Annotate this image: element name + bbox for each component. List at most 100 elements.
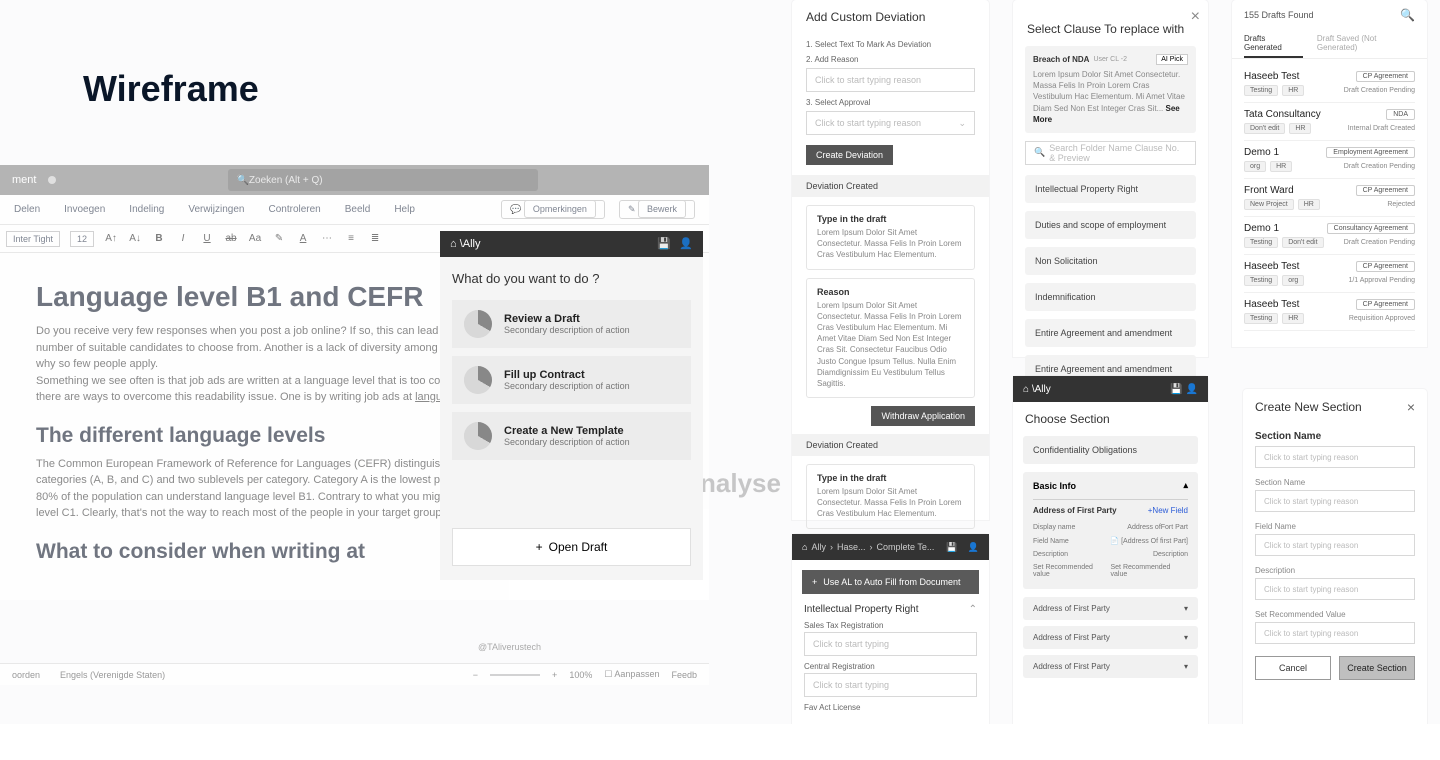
new-field-link[interactable]: +New Field [1148,506,1188,515]
save-icon[interactable]: 💾 [657,237,671,251]
reason-input[interactable]: Click to start typing reason [806,68,975,92]
collapse-icon[interactable]: ▴ [1183,480,1188,491]
increase-font-icon[interactable]: A↑ [104,233,118,244]
menu-beeld[interactable]: Beeld [345,204,371,215]
draft-item[interactable]: Haseeb TestCP AgreementTestingHRRequisit… [1244,293,1415,331]
choose-section-panel: ⌂ \Ally 💾 👤 Choose Section Confidentiali… [1013,376,1208,724]
page-title: Wireframe [83,68,259,110]
fontsize-select[interactable]: 12 [70,231,94,247]
close-icon[interactable]: × [1191,8,1200,26]
draft-item[interactable]: Haseeb TestCP AgreementTestingHRDraft Cr… [1244,65,1415,103]
pie-icon [464,422,492,450]
zoom-minus-icon[interactable]: − [473,670,478,680]
select-clause-panel: × Select Clause To replace with Breach o… [1013,0,1208,357]
more-icon[interactable]: ⋯ [320,233,334,244]
draft-item[interactable]: Demo 1Employment AgreementorgHRDraft Cre… [1244,141,1415,179]
open-draft-button[interactable]: + Open Draft [452,528,691,566]
search-icon[interactable]: 🔍 [1400,8,1415,22]
ipr-heading[interactable]: Intellectual Property Right⌃ [804,604,977,615]
create-deviation-button[interactable]: Create Deviation [806,145,893,165]
clause-search-input[interactable]: 🔍Search Folder Name Clause No. & Preview [1025,141,1196,165]
menu-help[interactable]: Help [394,204,415,215]
home-icon[interactable]: ⌂ [450,238,457,250]
ally-brand: \Ally [460,238,481,250]
edit-button[interactable]: ✎ Bewerk [619,200,695,219]
chevron-down-icon: ⌄ [958,118,966,129]
highlight-icon[interactable]: ✎ [272,233,286,244]
numbers-icon[interactable]: ≣ [368,233,382,244]
field-name-input[interactable]: Click to start typing reason [1255,534,1415,556]
menu-controleren[interactable]: Controleren [268,204,320,215]
caps-icon[interactable]: Aa [248,233,262,244]
user-icon[interactable]: 👤 [679,237,693,251]
clause-row[interactable]: Duties and scope of employment [1025,211,1196,239]
bottom-strip [0,724,1440,760]
chevron-down-icon: ▾ [1184,633,1188,642]
strike-icon[interactable]: ab [224,233,238,244]
draft-item[interactable]: Front WardCP AgreementNew ProjectHRRejec… [1244,179,1415,217]
user-icon[interactable]: 👤 [1186,384,1198,395]
chevron-down-icon: ▾ [1184,662,1188,671]
ally-panel: ⌂ \Ally 💾 👤 What do you want to do ? Rev… [440,231,703,517]
bullets-icon[interactable]: ≡ [344,233,358,244]
fontcolor-icon[interactable]: A [296,233,310,244]
underline-icon[interactable]: U [200,233,214,244]
clause-row[interactable]: Intellectual Property Right [1025,175,1196,203]
deviation-title: Add Custom Deviation [792,0,989,34]
accordion-row[interactable]: Address of First Party▾ [1023,626,1198,649]
comments-button[interactable]: 💬 Opmerkingen [501,200,605,219]
cancel-button[interactable]: Cancel [1255,656,1331,680]
section-row[interactable]: Confidentiality Obligations [1023,436,1198,464]
description-input[interactable]: Click to start typing reason [1255,578,1415,600]
deviation-type-card: Type in the draftLorem Ipsum Dolor Sit A… [806,205,975,270]
withdraw-button[interactable]: Withdraw Application [871,406,975,426]
clause-row[interactable]: Indemnification [1025,283,1196,311]
action-fill-contract[interactable]: Fill up ContractSecondary description of… [452,356,691,404]
sales-tax-input[interactable]: Click to start typing [804,632,977,656]
recommended-input[interactable]: Click to start typing reason [1255,622,1415,644]
draft-item[interactable]: Demo 1Consultancy AgreementTestingDon't … [1244,217,1415,255]
create-section-button[interactable]: Create Section [1339,656,1415,680]
basic-info-block: Basic Info▴ Address of First Party+New F… [1023,472,1198,589]
clause-row[interactable]: Non Solicitation [1025,247,1196,275]
ally-question: What do you want to do ? [452,271,691,286]
save-icon[interactable]: 💾 [1170,384,1182,395]
menu-verwijzingen[interactable]: Verwijzingen [188,204,244,215]
drafts-tabs: Drafts Generated Draft Saved (Not Genera… [1232,30,1427,59]
approval-select[interactable]: Click to start typing reason⌄ [806,111,975,135]
ally-header: ⌂ \Ally 💾 👤 [1013,376,1208,402]
drafts-panel: 155 Drafts Found 🔍 Drafts Generated Draf… [1232,0,1427,347]
ipr-panel: ⌂ Ally› Hase...› Complete Te... 💾 👤 +Use… [792,534,989,724]
autofill-button[interactable]: +Use AL to Auto Fill from Document [802,570,979,594]
save-icon[interactable]: 💾 [946,542,957,553]
action-review-draft[interactable]: Review a DraftSecondary description of a… [452,300,691,348]
tab-saved[interactable]: Draft Saved (Not Generated) [1317,30,1415,58]
menu-delen[interactable]: Delen [14,204,40,215]
tab-generated[interactable]: Drafts Generated [1244,30,1303,58]
menu-indeling[interactable]: Indeling [129,204,164,215]
decrease-font-icon[interactable]: A↓ [128,233,142,244]
action-create-template[interactable]: Create a New TemplateSecondary descripti… [452,412,691,460]
section-name-input[interactable]: Click to start typing reason [1255,446,1415,468]
ai-pick-badge: AI Pick [1156,54,1188,65]
central-reg-input[interactable]: Click to start typing [804,673,977,697]
zoom-plus-icon[interactable]: + [552,670,557,680]
deviation-created-label: Deviation Created [792,175,989,197]
draft-item[interactable]: Haseeb TestCP AgreementTestingorg1/1 App… [1244,255,1415,293]
bold-icon[interactable]: B [152,233,166,244]
word-search[interactable]: 🔍 Zoeken (Alt + Q) [228,169,538,191]
clause-row[interactable]: Entire Agreement and amendment [1025,319,1196,347]
font-select[interactable]: Inter Tight [6,231,60,247]
draft-item[interactable]: Tata ConsultancyNDADon't editHRInternal … [1244,103,1415,141]
home-icon[interactable]: ⌂ [802,542,807,552]
bg-text: nalyse [700,468,781,499]
clause-hero[interactable]: Breach of NDA User CL -2 AI Pick Lorem I… [1025,46,1196,133]
user-icon[interactable]: 👤 [968,542,979,553]
section-name-input-2[interactable]: Click to start typing reason [1255,490,1415,512]
close-icon[interactable]: × [1407,399,1415,415]
menu-invoegen[interactable]: Invoegen [64,204,105,215]
accordion-row[interactable]: Address of First Party▾ [1023,597,1198,620]
home-icon[interactable]: ⌂ [1023,384,1029,395]
accordion-row[interactable]: Address of First Party▾ [1023,655,1198,678]
italic-icon[interactable]: I [176,233,190,244]
